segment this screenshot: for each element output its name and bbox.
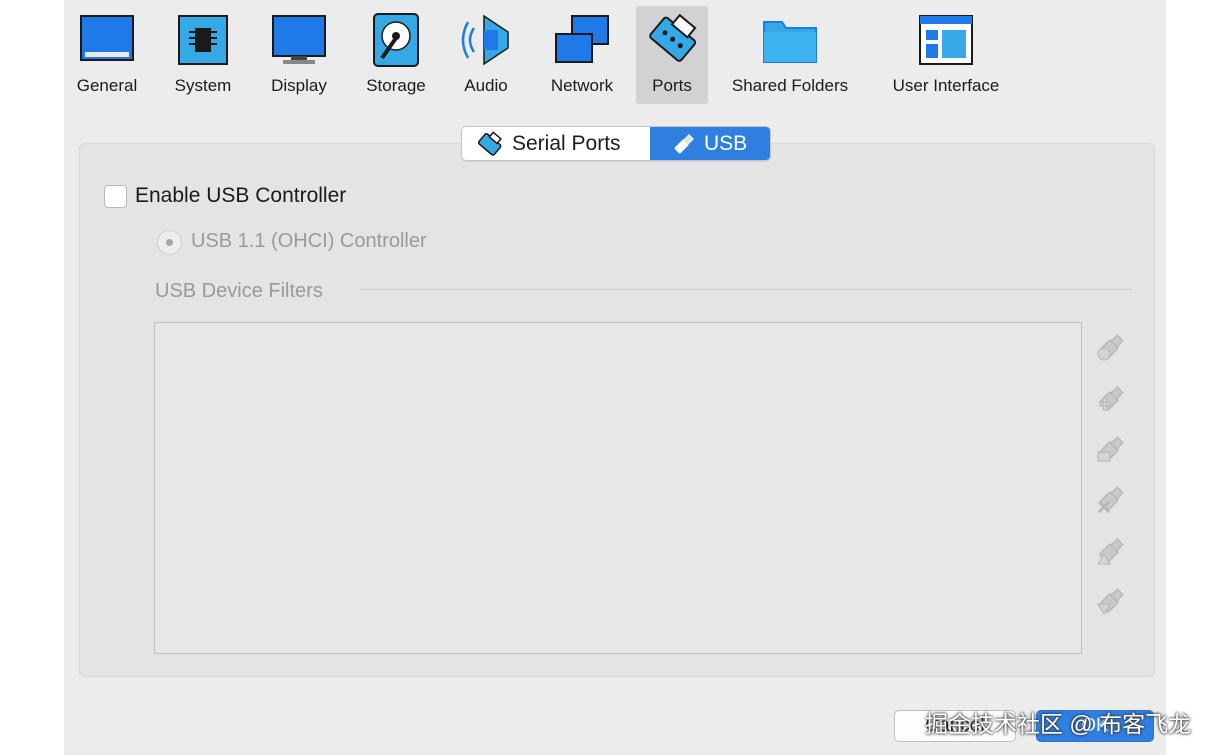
ports-tab-control: Serial Ports USB: [461, 126, 771, 161]
add-filter-from-device-icon[interactable]: [1094, 382, 1128, 416]
toolbar-item-system[interactable]: System: [164, 6, 242, 104]
tab-label: USB: [704, 131, 748, 155]
usb-plug-icon: [674, 133, 694, 153]
storage-disk-icon: [373, 13, 419, 67]
usb-1-1-radio[interactable]: [157, 230, 182, 255]
network-icon: [555, 15, 609, 63]
toolbar-item-audio[interactable]: Audio: [450, 6, 522, 104]
settings-toolbar: General System Display Storage Audio Net…: [64, 0, 1166, 110]
move-filter-up-icon[interactable]: [1094, 534, 1128, 568]
watermark-text: 掘金技术社区 @ 布客飞龙: [925, 711, 1192, 737]
usb-1-1-label: USB 1.1 (OHCI) Controller: [191, 230, 427, 252]
toolbar-label: User Interface: [892, 76, 1000, 95]
toolbar-item-ports[interactable]: Ports: [636, 6, 708, 104]
toolbar-label: Ports: [652, 76, 692, 95]
toolbar-label: Shared Folders: [731, 76, 849, 95]
toolbar-label: Display: [271, 76, 327, 95]
tab-serial-ports[interactable]: Serial Ports: [462, 127, 664, 160]
edit-filter-icon[interactable]: [1094, 432, 1128, 466]
toolbar-label: Audio: [464, 76, 508, 95]
user-interface-icon: [919, 15, 973, 65]
toolbar-item-display[interactable]: Display: [260, 6, 338, 104]
usb-filters-list[interactable]: [154, 322, 1082, 654]
add-empty-filter-icon[interactable]: [1094, 330, 1128, 364]
usb-device-filters-heading: USB Device Filters: [155, 280, 323, 302]
toolbar-label: Storage: [366, 76, 426, 95]
display-monitor-icon: [272, 15, 326, 64]
serial-port-icon: [477, 130, 502, 156]
enable-usb-checkbox[interactable]: [104, 185, 127, 208]
move-filter-down-icon[interactable]: [1094, 584, 1128, 618]
toolbar-label: General: [76, 76, 138, 95]
remove-filter-icon[interactable]: [1094, 482, 1128, 516]
toolbar-item-network[interactable]: Network: [540, 6, 624, 104]
settings-window: General System Display Storage Audio Net…: [64, 0, 1166, 755]
toolbar-item-shared-folders[interactable]: Shared Folders: [724, 6, 856, 104]
tab-usb[interactable]: USB: [650, 127, 770, 160]
audio-speaker-icon: [461, 14, 509, 66]
tab-label: Serial Ports: [512, 131, 621, 155]
system-chip-icon: [178, 15, 228, 65]
toolbar-label: Network: [550, 76, 614, 95]
enable-usb-label[interactable]: Enable USB Controller: [135, 184, 346, 208]
toolbar-item-general[interactable]: General: [68, 6, 146, 104]
filters-separator: [360, 289, 1132, 290]
toolbar-item-user-interface[interactable]: User Interface: [882, 6, 1010, 104]
toolbar-item-storage[interactable]: Storage: [356, 6, 436, 104]
general-icon: [80, 15, 134, 61]
toolbar-label: System: [174, 76, 232, 95]
ports-connector-icon: [649, 13, 697, 62]
shared-folder-icon: [763, 21, 817, 63]
